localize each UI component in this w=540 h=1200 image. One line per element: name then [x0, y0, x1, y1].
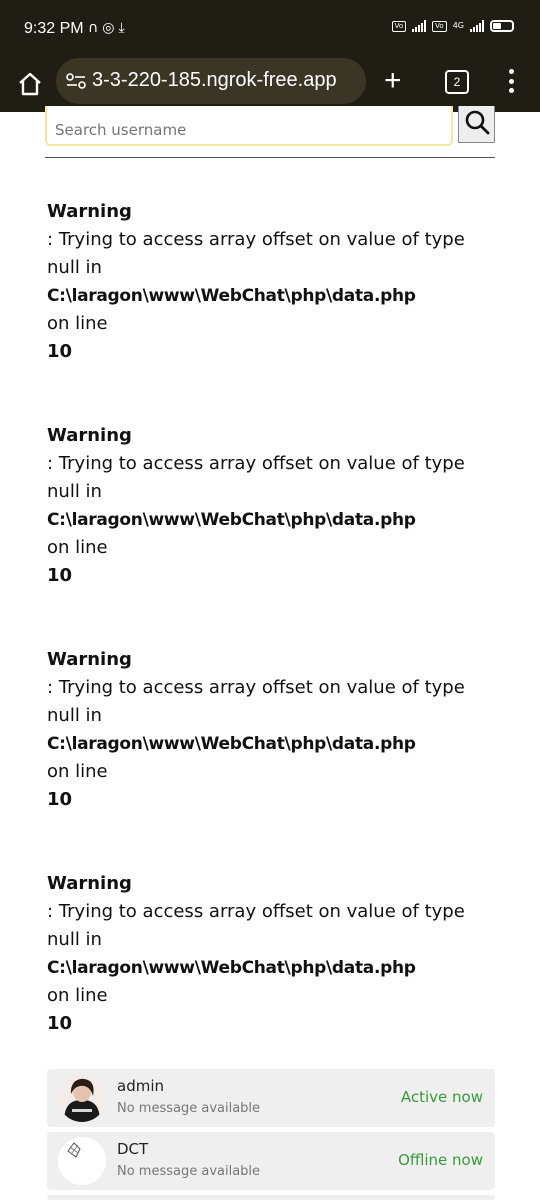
warning-line-label: on line	[47, 537, 108, 558]
php-warning: Warning : Trying to access array offset …	[47, 198, 497, 366]
last-message: No message available	[117, 1164, 261, 1179]
user-name: admin	[117, 1077, 164, 1095]
system-status-bar: 9:32 PM ∩◎⤓ Vo Vo 4G	[0, 0, 540, 58]
warning-line-number: 10	[47, 789, 73, 810]
search-input[interactable]	[45, 106, 453, 146]
divider	[45, 157, 495, 158]
warning-title: Warning	[47, 873, 132, 894]
user-list-item[interactable]	[47, 1195, 495, 1200]
warning-title: Warning	[47, 425, 132, 446]
volte-icon: Vo	[391, 20, 407, 32]
signal-icon	[412, 20, 427, 32]
user-list-item[interactable]: DCT No message available Offline now	[47, 1132, 495, 1190]
new-tab-icon[interactable]: +	[384, 66, 402, 96]
warning-title: Warning	[47, 201, 132, 222]
warning-line-number: 10	[47, 341, 73, 362]
browser-toolbar: 3-3-220-185.ngrok-free.app + 2	[0, 58, 540, 112]
volte-icon: Vo	[432, 20, 447, 32]
battery-icon	[490, 20, 514, 32]
tab-switcher-button[interactable]: 2	[445, 70, 469, 94]
url-text: 3-3-220-185.ngrok-free.app	[92, 69, 337, 91]
status-right: Vo Vo 4G	[391, 20, 514, 32]
whatsapp-icon: ◎	[102, 20, 119, 36]
status-time: 9:32 PM	[24, 20, 84, 37]
signal-icon	[470, 20, 484, 32]
user-status: Active now	[400, 1088, 483, 1106]
profile-photo-icon	[58, 1074, 106, 1122]
address-bar[interactable]: 3-3-220-185.ngrok-free.app	[56, 58, 366, 104]
sketch-logo-icon	[58, 1137, 106, 1185]
headphones-icon: ∩	[88, 20, 103, 36]
network-type: 4G	[452, 21, 464, 30]
warning-file-path: C:\laragon\www\WebChat\php\data.php	[47, 510, 416, 530]
avatar	[58, 1074, 106, 1122]
warning-message: : Trying to access array offset on value…	[47, 229, 465, 278]
user-list-item[interactable]: admin No message available Active now	[47, 1069, 495, 1127]
warning-line-label: on line	[47, 313, 108, 334]
site-settings-icon[interactable]	[66, 73, 86, 89]
warning-file-path: C:\laragon\www\WebChat\php\data.php	[47, 286, 416, 306]
warning-line-label: on line	[47, 761, 108, 782]
warning-title: Warning	[47, 649, 132, 670]
warning-line-label: on line	[47, 985, 108, 1006]
more-menu-icon[interactable]	[506, 66, 516, 96]
last-message: No message available	[117, 1101, 261, 1116]
warning-line-number: 10	[47, 565, 73, 586]
home-icon[interactable]	[16, 70, 44, 98]
search-button[interactable]	[458, 106, 495, 143]
warning-message: : Trying to access array offset on value…	[47, 677, 465, 726]
notification-icons: ∩◎⤓	[88, 20, 129, 36]
user-name: DCT	[117, 1140, 149, 1158]
download-icon: ⤓	[118, 20, 129, 36]
search-icon	[465, 110, 490, 135]
php-warning: Warning : Trying to access array offset …	[47, 870, 497, 1038]
warning-message: : Trying to access array offset on value…	[47, 453, 465, 502]
warning-message: : Trying to access array offset on value…	[47, 901, 465, 950]
warning-file-path: C:\laragon\www\WebChat\php\data.php	[47, 958, 416, 978]
user-status: Offline now	[398, 1151, 483, 1169]
php-warning: Warning : Trying to access array offset …	[47, 646, 497, 814]
warning-line-number: 10	[47, 1013, 73, 1034]
php-warning: Warning : Trying to access array offset …	[47, 422, 497, 590]
avatar	[58, 1137, 106, 1185]
search-row	[45, 106, 495, 148]
warning-file-path: C:\laragon\www\WebChat\php\data.php	[47, 734, 416, 754]
